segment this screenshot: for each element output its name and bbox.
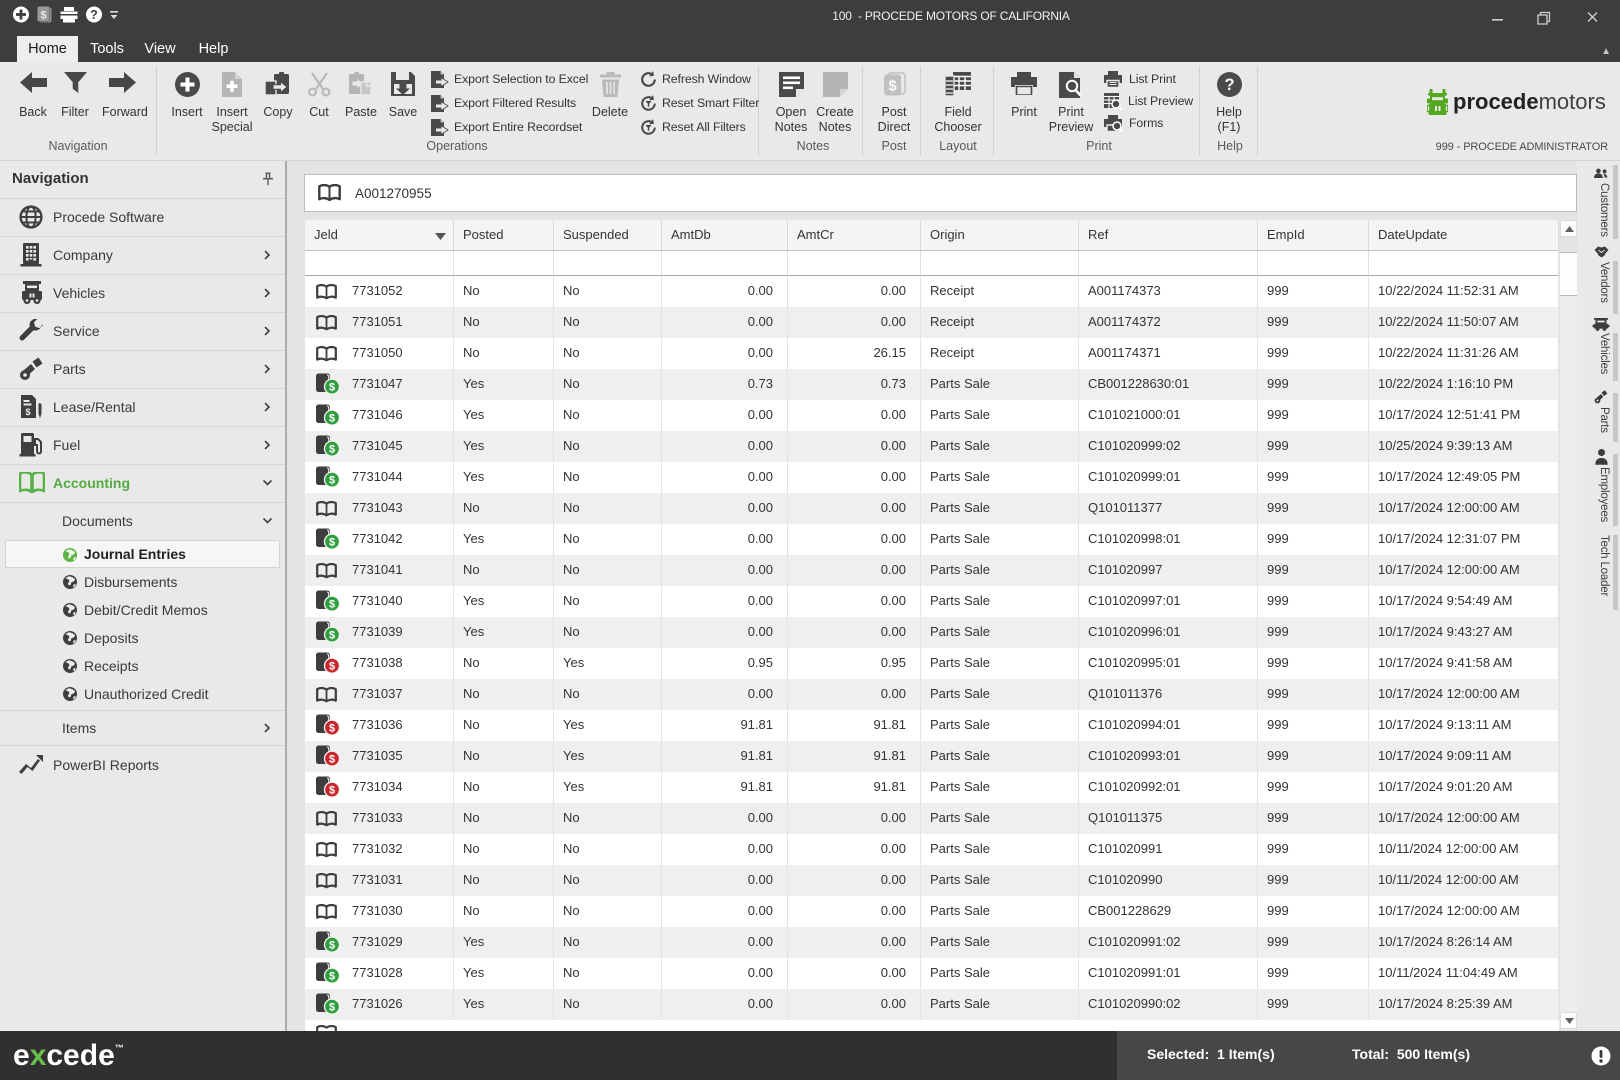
svg-text:$: $: [329, 723, 335, 735]
svg-text:$: $: [888, 78, 897, 95]
svg-text:$: $: [329, 475, 335, 487]
svg-text:$: $: [329, 1002, 335, 1014]
svg-text:$: $: [329, 630, 335, 642]
svg-text:?: ?: [1224, 76, 1234, 94]
svg-text:$: $: [329, 537, 335, 549]
svg-text:$: $: [329, 661, 335, 673]
svg-text:$: $: [329, 940, 335, 952]
svg-text:$: $: [329, 599, 335, 611]
svg-text:?: ?: [90, 8, 98, 22]
svg-text:$: $: [25, 407, 31, 418]
svg-text:$: $: [329, 785, 335, 797]
svg-text:$: $: [329, 382, 335, 394]
svg-text:$: $: [329, 971, 335, 983]
svg-text:$: $: [40, 10, 46, 22]
svg-text:$: $: [329, 413, 335, 425]
svg-text:$: $: [329, 754, 335, 766]
svg-text:$: $: [329, 444, 335, 456]
